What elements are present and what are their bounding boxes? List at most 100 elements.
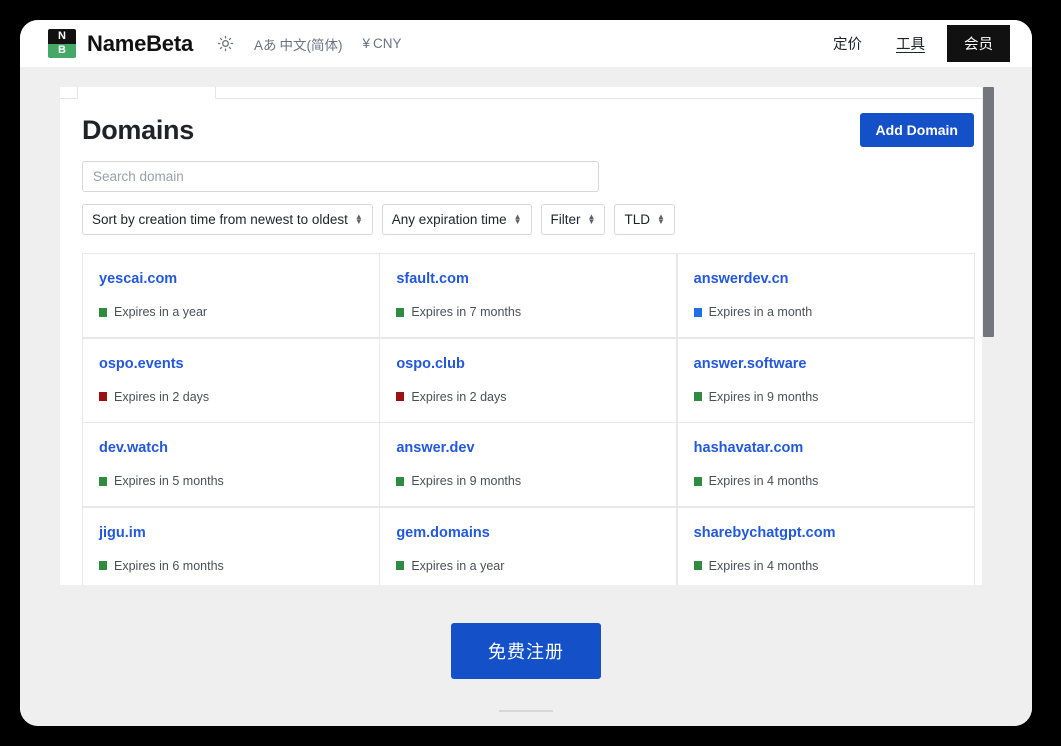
domain-expiry-row: Expires in 4 months [693, 558, 958, 573]
sort-select-label: Sort by creation time from newest to old… [92, 212, 348, 227]
logo-bottom-letter: B [48, 43, 76, 58]
currency-symbol-icon: ¥ [362, 36, 371, 51]
panel-content: Domains Add Domain Sort by creation time… [60, 99, 996, 585]
domain-card[interactable]: jigu.im Expires in 6 months [82, 506, 380, 585]
domain-card[interactable]: yescai.com Expires in a year [82, 253, 380, 338]
add-domain-button[interactable]: Add Domain [859, 113, 974, 147]
domain-name-link[interactable]: gem.domains [396, 525, 660, 541]
expiry-status-square-icon [396, 561, 405, 570]
domains-panel: Domains Add Domain Sort by creation time… [60, 87, 996, 585]
chevron-updown-icon: ▲ ▼ [656, 211, 665, 226]
domain-card[interactable]: answerdev.cn Expires in a month [676, 253, 975, 338]
domain-card[interactable]: sharebychatgpt.com Expires in 4 months [676, 506, 975, 585]
domain-expiry-label: Expires in 4 months [708, 558, 819, 573]
theme-toggle-button[interactable] [217, 35, 234, 52]
chevron-updown-icon: ▲ ▼ [587, 211, 596, 226]
domain-card[interactable]: sfault.com Expires in 7 months [379, 253, 678, 338]
domain-expiry-row: Expires in 4 months [693, 474, 958, 488]
expiry-status-square-icon [693, 561, 702, 570]
nav-member-button[interactable]: 会员 [947, 25, 1010, 62]
domain-expiry-row: Expires in 9 months [396, 474, 660, 488]
chevron-updown-icon: ▲ ▼ [513, 211, 522, 226]
domain-name-link[interactable]: hashavatar.com [694, 440, 958, 456]
panel-header: Domains Add Domain [60, 99, 996, 147]
expiry-status-square-icon [99, 561, 107, 570]
chevron-updown-icon: ▲ ▼ [354, 211, 363, 226]
expiry-status-square-icon [396, 476, 405, 486]
free-register-button[interactable]: 免费注册 [451, 623, 601, 679]
domain-card[interactable]: ospo.events Expires in 2 days [82, 337, 380, 423]
page-title: Domains [82, 114, 194, 145]
domain-expiry-label: Expires in 2 days [114, 389, 210, 404]
domain-name-link[interactable]: sfault.com [396, 271, 660, 287]
currency-label: CNY [373, 36, 402, 51]
domain-name-link[interactable]: answerdev.cn [694, 271, 958, 287]
nav-link-tools[interactable]: 工具 [884, 26, 937, 61]
domain-expiry-row: Expires in 5 months [99, 474, 363, 488]
domain-expiry-row: Expires in 7 months [396, 305, 660, 319]
expiry-status-square-icon [693, 392, 702, 401]
domain-card[interactable]: ospo.club Expires in 2 days [379, 337, 678, 423]
domain-name-link[interactable]: dev.watch [99, 440, 363, 456]
expiry-status-square-icon [99, 476, 107, 486]
domain-card[interactable]: hashavatar.com Expires in 4 months [676, 422, 975, 507]
domain-expiry-label: Expires in 2 days [411, 389, 507, 404]
brand-name: NameBeta [87, 30, 194, 56]
domain-expiry-label: Expires in a year [114, 305, 208, 319]
domain-card-grid: yescai.com Expires in a year sfault.com Exp… [60, 235, 996, 585]
domain-expiry-row: Expires in 2 days [99, 390, 363, 404]
domain-expiry-row: Expires in a year [396, 559, 660, 573]
domain-expiry-label: Expires in a year [411, 558, 505, 573]
domain-card[interactable]: answer.software Expires in 9 months [676, 337, 975, 423]
currency-switcher[interactable]: ¥ CNY [363, 36, 402, 51]
domain-name-link[interactable]: sharebychatgpt.com [694, 525, 958, 541]
panel-scrollbar-thumb[interactable] [983, 87, 994, 337]
cta-divider [499, 710, 553, 712]
domain-expiry-row: Expires in a year [99, 305, 363, 319]
nav-link-pricing[interactable]: 定价 [821, 26, 874, 61]
expiry-status-square-icon [693, 307, 702, 317]
expiry-status-square-icon [396, 392, 405, 401]
domain-expiry-label: Expires in 6 months [114, 558, 224, 573]
domain-name-link[interactable]: ospo.events [99, 356, 363, 372]
brand-logo-group[interactable]: N B NameBeta [48, 29, 193, 58]
filter-select-label: Filter [550, 212, 581, 227]
domain-name-link[interactable]: jigu.im [99, 525, 363, 541]
language-switcher[interactable]: Aあ 中文(简体) [254, 34, 343, 54]
domain-expiry-label: Expires in 9 months [708, 389, 819, 404]
search-row [60, 147, 996, 192]
tld-select-label: TLD [624, 212, 650, 227]
domain-expiry-label: Expires in 5 months [114, 474, 224, 488]
expiry-status-square-icon [99, 307, 107, 317]
expiration-select[interactable]: Any expiration time ▲ ▼ [381, 204, 532, 235]
tld-select[interactable]: TLD ▲ ▼ [614, 204, 675, 235]
nav-utility-group: Aあ 中文(简体) ¥ CNY [217, 34, 402, 54]
search-domain-input[interactable] [82, 161, 599, 192]
domain-expiry-label: Expires in 9 months [411, 474, 522, 488]
sort-select[interactable]: Sort by creation time from newest to old… [82, 204, 373, 235]
cta-section: 免费注册 查看定价 → [20, 623, 1032, 726]
domain-expiry-label: Expires in a month [708, 305, 813, 319]
filter-select[interactable]: Filter ▲ ▼ [540, 204, 606, 235]
sun-icon [217, 35, 234, 52]
domain-card[interactable]: dev.watch Expires in 5 months [82, 422, 380, 507]
expiry-status-square-icon [396, 307, 405, 317]
browser-window: N B NameBeta Aあ 中文(简体) ¥ CNY 定价 工具 会员 Do… [20, 20, 1032, 726]
namebeta-logo-icon: N B [48, 29, 76, 58]
domain-card[interactable]: gem.domains Expires in a year [379, 506, 678, 585]
panel-scrollbar-track[interactable] [982, 87, 996, 585]
panel-active-tab[interactable] [77, 87, 216, 99]
domain-expiry-label: Expires in 4 months [708, 474, 819, 488]
expiration-select-label: Any expiration time [391, 212, 507, 227]
domain-expiry-row: Expires in 2 days [396, 390, 660, 404]
domain-card[interactable]: answer.dev Expires in 9 months [379, 422, 678, 507]
domain-name-link[interactable]: yescai.com [99, 271, 363, 287]
language-icon: Aあ [254, 37, 277, 53]
logo-top-letter: N [48, 29, 76, 44]
domain-name-link[interactable]: answer.dev [396, 440, 660, 456]
domain-name-link[interactable]: ospo.club [396, 356, 660, 372]
domain-expiry-row: Expires in 9 months [693, 389, 958, 404]
expiry-status-square-icon [99, 392, 107, 401]
nav-right-group: 定价 工具 会员 [821, 25, 1010, 62]
domain-name-link[interactable]: answer.software [694, 356, 958, 372]
